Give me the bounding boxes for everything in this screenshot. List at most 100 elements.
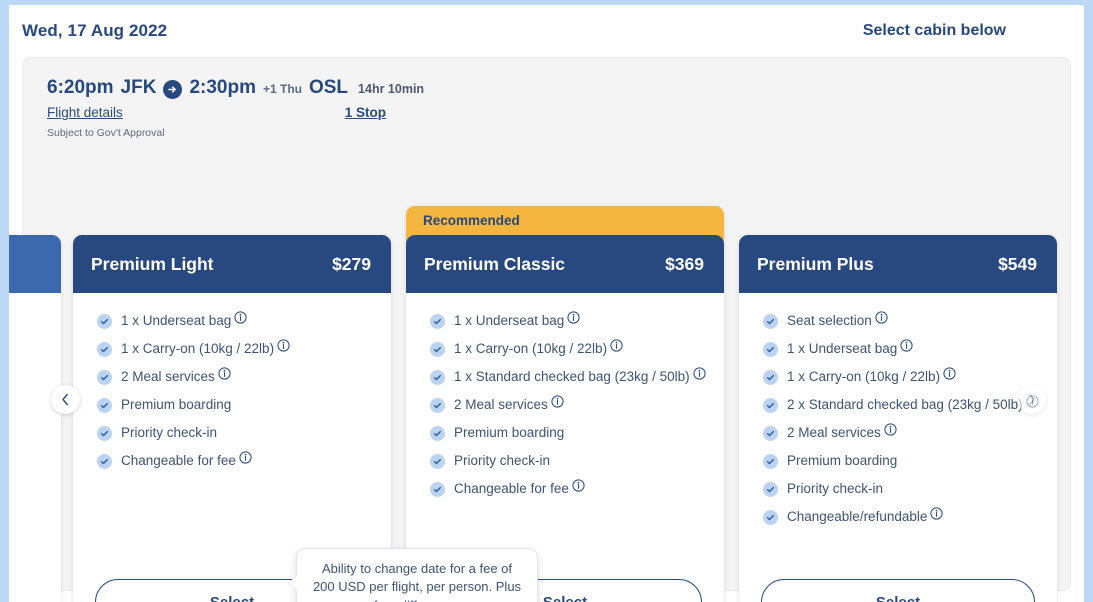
info-circle-icon[interactable] [239, 451, 252, 464]
fare-card-premium-plus[interactable]: Premium Plus $549 Seat selection 1 x Und… [739, 235, 1057, 602]
check-circle-icon [763, 425, 778, 441]
feature-label: Changeable for fee [454, 480, 569, 496]
feature-item: Seat selection [763, 311, 1041, 331]
info-circle-icon[interactable] [277, 339, 290, 352]
feature-item: 2 Meal services [763, 423, 1041, 443]
chevron-left-icon [60, 393, 71, 406]
info-circle-icon[interactable] [234, 311, 247, 324]
fare-card-title: Premium Plus [757, 253, 874, 274]
check-circle-icon [430, 369, 445, 385]
feature-item: 2 x Standard checked bag (23kg / 50lb) [763, 395, 1041, 415]
feature-label: Priority check-in [787, 480, 884, 496]
check-circle-icon [430, 453, 445, 469]
depart-time: 6:20pm [47, 77, 114, 98]
check-circle-icon [97, 369, 112, 385]
feature-label: Premium boarding [454, 424, 565, 440]
info-circle-icon[interactable] [218, 367, 231, 380]
day-offset: +1 Thu [262, 82, 302, 96]
feature-label: Premium boarding [121, 396, 232, 412]
info-circle-icon[interactable] [610, 339, 623, 352]
chevron-right-icon [1026, 393, 1037, 406]
check-circle-icon [430, 425, 445, 441]
info-circle-icon[interactable] [900, 339, 913, 352]
feature-item: Premium boarding [763, 451, 1041, 471]
info-circle-icon[interactable] [875, 311, 888, 324]
check-circle-icon [763, 509, 778, 525]
stops-link[interactable]: 1 Stop [345, 105, 386, 120]
select-cabin-hint: Select cabin below [862, 22, 1006, 39]
check-circle-icon [430, 397, 445, 413]
fare-card-price: $369 [665, 253, 704, 274]
fare-card-features: 1 x Underseat bag 1 x Carry-on (10kg / 2… [406, 293, 724, 579]
flight-summary: 6:20pm JFK 2:30pm +1 Thu OSL 14hr 10min … [23, 58, 1070, 139]
flight-duration: 14hr 10min [358, 82, 425, 96]
check-circle-icon [763, 341, 778, 357]
info-circle-icon[interactable] [930, 507, 943, 520]
arrive-time: 2:30pm [189, 77, 256, 98]
page-edge-top [0, 0, 1093, 5]
check-circle-icon [430, 314, 445, 329]
check-circle-icon [763, 481, 778, 497]
fare-card-features: Seat selection 1 x Underseat bag 1 x Car… [739, 293, 1057, 579]
check-circle-icon [97, 425, 112, 441]
info-circle-icon[interactable] [693, 367, 706, 380]
select-button-premium-plus[interactable]: Select [761, 579, 1035, 602]
fare-card-title: Premium Light [91, 253, 214, 274]
feature-label: 2 Meal services [121, 368, 215, 384]
page-edge-right [1084, 0, 1093, 602]
carousel-prev-button[interactable] [51, 385, 80, 414]
fare-card-premium-classic[interactable]: Premium Classic $369 1 x Underseat bag 1… [406, 235, 724, 602]
feature-label: 2 x Standard checked bag (23kg / 50lb) [787, 396, 1023, 412]
feature-item: Premium boarding [97, 395, 375, 415]
page-content: Wed, 17 Aug 2022 Select cabin below 6:20… [9, 5, 1084, 602]
fare-card-premium-classic-wrapper: Recommended Premium Classic $369 1 x Und… [406, 206, 724, 602]
info-circle-icon[interactable] [551, 395, 564, 408]
feature-item: 1 x Underseat bag [430, 311, 708, 331]
feature-label: 1 x Underseat bag [787, 340, 898, 356]
check-circle-icon [430, 481, 445, 497]
feature-label: Premium boarding [787, 452, 898, 468]
check-circle-icon [97, 314, 112, 329]
fare-card-header: Premium Classic $369 [406, 235, 724, 293]
fare-card-features: 1 x Underseat bag 1 x Carry-on (10kg / 2… [73, 293, 391, 579]
feature-label: Changeable for fee [121, 452, 236, 468]
feature-item: Changeable for fee [97, 451, 375, 471]
flight-links: Flight details 1 Stop [47, 105, 1070, 120]
fare-selection-panel: 6:20pm JFK 2:30pm +1 Thu OSL 14hr 10min … [9, 57, 1071, 602]
flight-details-link[interactable]: Flight details [47, 105, 123, 120]
check-circle-icon [97, 453, 112, 469]
fare-card-price: $549 [998, 253, 1037, 274]
info-circle-icon[interactable] [884, 423, 897, 436]
arrow-right-circle-icon [163, 80, 183, 99]
check-circle-icon [97, 397, 112, 413]
info-circle-icon[interactable] [943, 367, 956, 380]
feature-item: Priority check-in [430, 451, 708, 471]
feature-label: Priority check-in [454, 452, 551, 468]
info-circle-icon[interactable] [572, 479, 585, 492]
fare-card-premium-light[interactable]: Premium Light $279 1 x Underseat bag 1 x… [73, 235, 391, 602]
gov-approval-note: Subject to Gov't Approval [47, 127, 165, 139]
feature-label: 1 x Underseat bag [121, 313, 232, 328]
feature-item: 2 Meal services [430, 395, 708, 415]
check-circle-icon [763, 397, 778, 413]
fare-card-peek-previous[interactable] [9, 235, 61, 602]
feature-item: Changeable/refundable [763, 507, 1041, 527]
feature-label: 1 x Underseat bag [454, 313, 565, 328]
feature-label: Seat selection [787, 313, 872, 328]
check-circle-icon [763, 453, 778, 469]
fare-card-footer: Select [739, 579, 1057, 602]
check-circle-icon [430, 341, 445, 357]
feature-item: 1 x Underseat bag [97, 311, 375, 331]
feature-label: 2 Meal services [787, 424, 881, 440]
check-circle-icon [763, 369, 778, 385]
feature-label: 1 x Carry-on (10kg / 22lb) [454, 340, 608, 356]
feature-item: 1 x Carry-on (10kg / 22lb) [430, 339, 708, 359]
check-circle-icon [763, 314, 778, 329]
carousel-next-button[interactable] [1017, 385, 1046, 414]
feature-label: 2 Meal services [454, 396, 548, 412]
feature-item: Premium boarding [430, 423, 708, 443]
feature-label: Priority check-in [121, 424, 218, 440]
info-circle-icon[interactable] [567, 311, 580, 324]
header-bar: Wed, 17 Aug 2022 Select cabin below [9, 5, 1084, 57]
peek-card-header [9, 235, 61, 293]
